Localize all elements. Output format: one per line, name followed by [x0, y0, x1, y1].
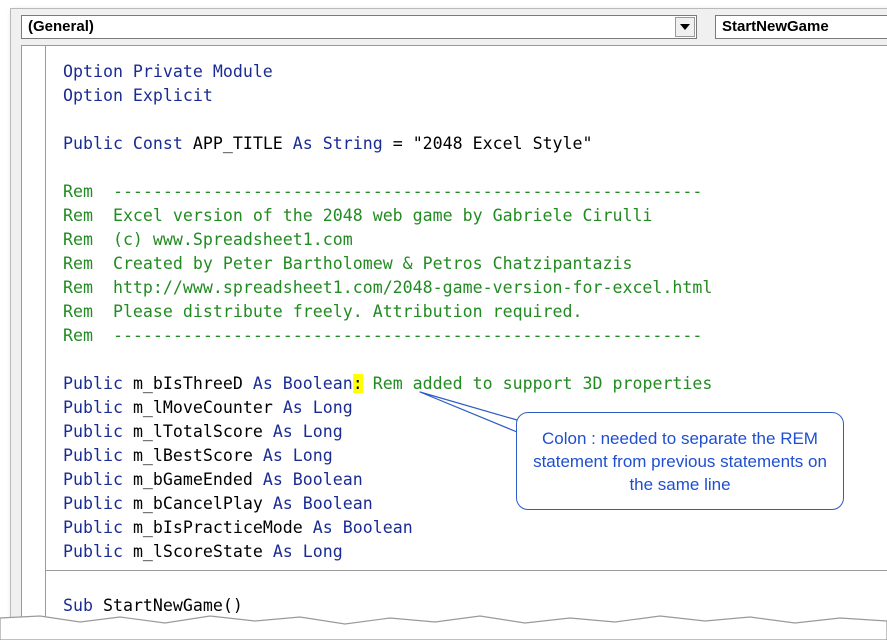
callout-pointer — [419, 391, 518, 433]
torn-edge — [0, 615, 887, 640]
annotation-callout: Colon : needed to separate the REM state… — [516, 412, 844, 510]
callout-text: Colon : needed to separate the REM state… — [533, 428, 827, 494]
